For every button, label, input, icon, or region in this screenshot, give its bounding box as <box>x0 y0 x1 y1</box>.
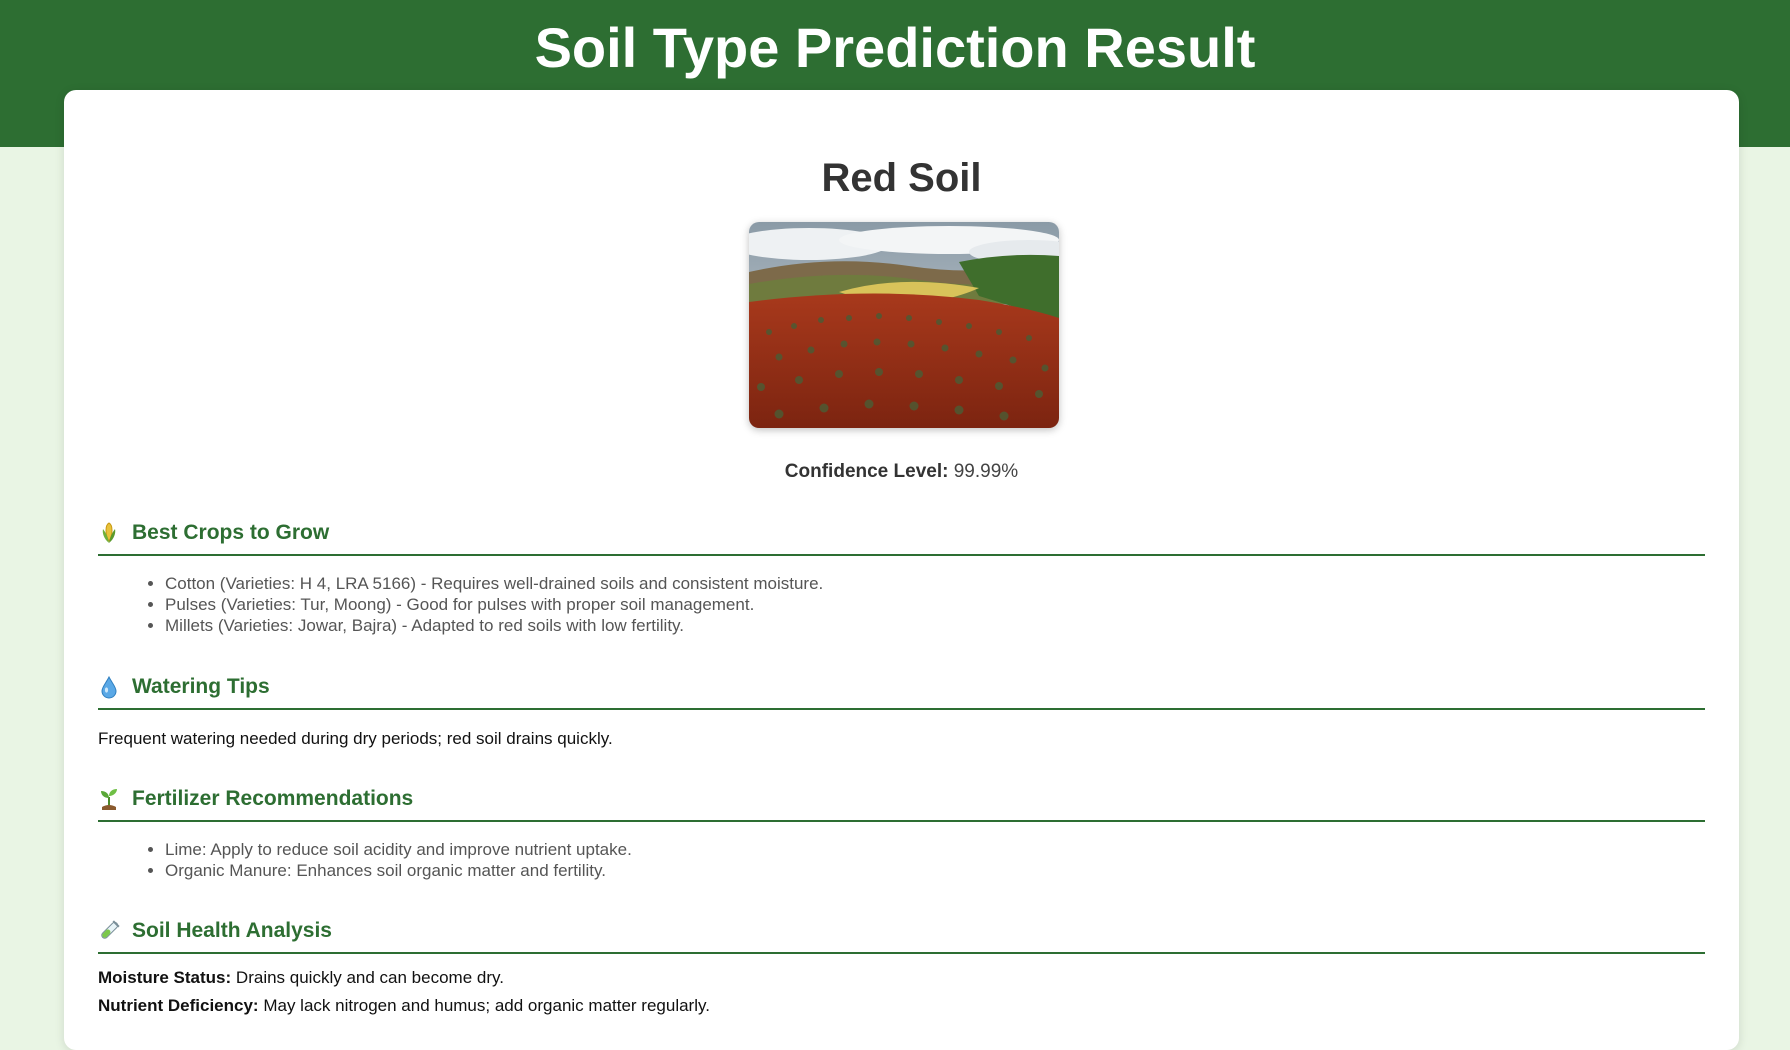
corn-icon <box>98 521 120 545</box>
list-item: Pulses (Varieties: Tur, Moong) - Good fo… <box>165 594 1705 615</box>
section-header: Best Crops to Grow <box>98 518 1705 556</box>
fertilizer-list: Lime: Apply to reduce soil acidity and i… <box>98 839 1705 881</box>
section-title: Watering Tips <box>132 675 270 698</box>
list-item: Organic Manure: Enhances soil organic ma… <box>165 860 1705 881</box>
section-fertilizer: Fertilizer Recommendations Lime: Apply t… <box>98 784 1705 881</box>
crops-list: Cotton (Varieties: H 4, LRA 5166) - Requ… <box>98 573 1705 636</box>
nutrient-deficiency-label: Nutrient Deficiency: <box>98 996 259 1015</box>
list-item: Lime: Apply to reduce soil acidity and i… <box>165 839 1705 860</box>
soil-type-name: Red Soil <box>821 156 982 200</box>
list-item: Cotton (Varieties: H 4, LRA 5166) - Requ… <box>165 573 1705 594</box>
list-item: Millets (Varieties: Jowar, Bajra) - Adap… <box>165 615 1705 636</box>
confidence-label: Confidence Level: <box>784 461 949 482</box>
section-watering-tips: Watering Tips Frequent watering needed d… <box>98 672 1705 750</box>
confidence-level: Confidence Level: 99.99% <box>98 460 1705 484</box>
result-card: Red Soil Confidence Level: 99.99% Best C… <box>64 90 1739 1050</box>
test-tube-icon <box>98 919 120 943</box>
section-header: Watering Tips <box>98 672 1705 710</box>
moisture-status-label: Moisture Status: <box>98 968 232 987</box>
section-header: Fertilizer Recommendations <box>98 784 1705 822</box>
soil-image <box>749 222 1059 428</box>
confidence-value: 99.99% <box>953 461 1019 482</box>
section-soil-health: Soil Health Analysis Moisture Status: Dr… <box>98 916 1705 1020</box>
moisture-status-row: Moisture Status: Drains quickly and can … <box>98 964 1705 992</box>
watering-text: Frequent watering needed during dry peri… <box>98 729 613 748</box>
health-rows: Moisture Status: Drains quickly and can … <box>98 964 1705 1020</box>
page-title: Soil Type Prediction Result <box>534 16 1256 79</box>
section-title: Fertilizer Recommendations <box>132 787 414 810</box>
section-best-crops: Best Crops to Grow Cotton (Varieties: H … <box>98 518 1705 636</box>
section-title: Best Crops to Grow <box>132 521 330 544</box>
water-drop-icon <box>98 675 120 699</box>
moisture-status-value: Drains quickly and can become dry. <box>235 968 504 987</box>
nutrient-deficiency-row: Nutrient Deficiency: May lack nitrogen a… <box>98 992 1705 1020</box>
section-title: Soil Health Analysis <box>132 919 332 942</box>
section-header: Soil Health Analysis <box>98 916 1705 954</box>
nutrient-deficiency-value: May lack nitrogen and humus; add organic… <box>263 996 710 1015</box>
seedling-icon <box>98 787 120 811</box>
